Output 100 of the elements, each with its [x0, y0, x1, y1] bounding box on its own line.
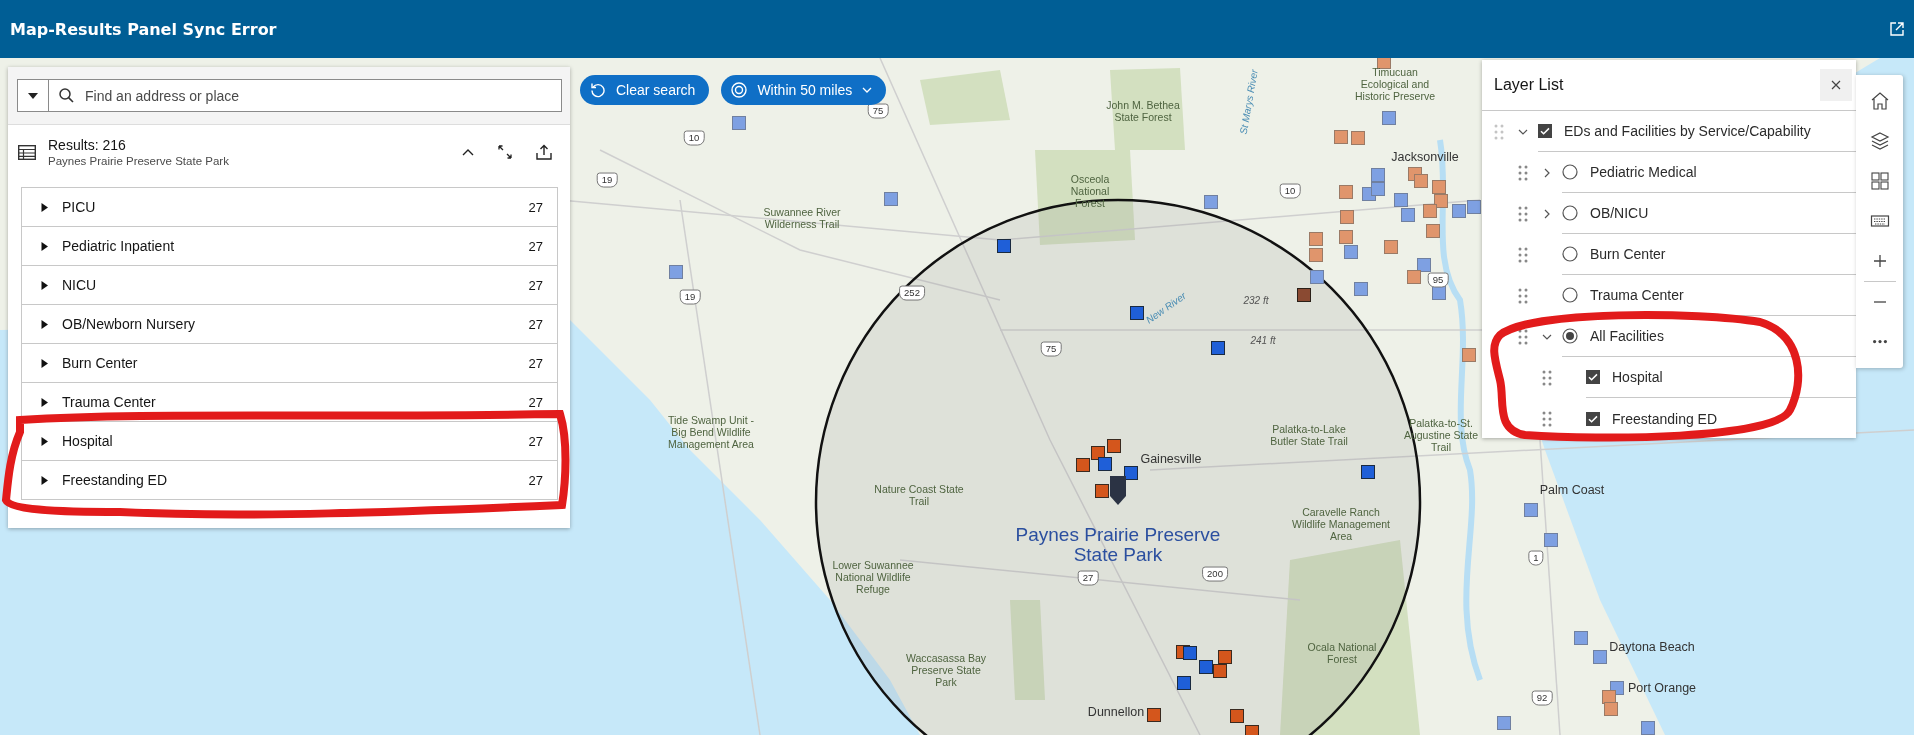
- facility-marker[interactable]: [1401, 208, 1415, 222]
- radio-button[interactable]: [1562, 287, 1578, 303]
- facility-marker[interactable]: [1394, 193, 1408, 207]
- radio-button[interactable]: [1562, 246, 1578, 262]
- facility-marker[interactable]: [1574, 631, 1588, 645]
- facility-marker[interactable]: [1423, 204, 1437, 218]
- drag-handle-icon[interactable]: [1518, 246, 1528, 263]
- facility-marker[interactable]: [1593, 650, 1607, 664]
- drag-handle-icon[interactable]: [1518, 164, 1528, 181]
- result-group-row[interactable]: PICU 27: [22, 188, 557, 227]
- export-icon[interactable]: [1890, 22, 1904, 36]
- result-group-row[interactable]: Freestanding ED 27: [22, 461, 557, 500]
- facility-marker[interactable]: [1382, 111, 1396, 125]
- drag-handle-icon[interactable]: [1518, 328, 1528, 345]
- facility-marker[interactable]: [1098, 457, 1112, 471]
- drag-handle-icon[interactable]: [1494, 123, 1504, 140]
- facility-marker[interactable]: [1309, 248, 1323, 262]
- layer-label[interactable]: Freestanding ED: [1612, 410, 1718, 427]
- facility-marker[interactable]: [1524, 503, 1538, 517]
- close-button[interactable]: [1820, 69, 1852, 101]
- facility-marker[interactable]: [1218, 650, 1232, 664]
- result-group-row[interactable]: Pediatric Inpatient 27: [22, 227, 557, 266]
- facility-marker[interactable]: [1211, 341, 1225, 355]
- facility-marker[interactable]: [1417, 258, 1431, 272]
- facility-marker[interactable]: [1147, 708, 1161, 722]
- facility-marker[interactable]: [1432, 180, 1446, 194]
- facility-marker[interactable]: [1213, 664, 1227, 678]
- facility-marker[interactable]: [997, 239, 1011, 253]
- drag-handle-icon[interactable]: [1542, 410, 1552, 427]
- facility-marker[interactable]: [1354, 282, 1368, 296]
- facility-marker[interactable]: [1544, 533, 1558, 547]
- chevron-down-icon[interactable]: [1518, 128, 1528, 135]
- checkbox[interactable]: [1586, 370, 1600, 384]
- facility-marker[interactable]: [1095, 484, 1109, 498]
- result-group-row[interactable]: Hospital 27: [22, 422, 557, 461]
- facility-marker[interactable]: [1339, 185, 1353, 199]
- facility-marker[interactable]: [1177, 676, 1191, 690]
- source-dropdown-button[interactable]: [17, 79, 48, 112]
- result-group-row[interactable]: NICU 27: [22, 266, 557, 305]
- checkbox[interactable]: [1538, 124, 1552, 138]
- facility-marker[interactable]: [1641, 721, 1655, 735]
- facility-marker[interactable]: [1245, 725, 1259, 735]
- facility-marker[interactable]: [1334, 130, 1348, 144]
- clear-search-button[interactable]: Clear search: [580, 75, 710, 105]
- facility-marker[interactable]: [1414, 174, 1428, 188]
- group-label: Pediatric Inpatient: [62, 238, 176, 254]
- facility-marker[interactable]: [1604, 702, 1618, 716]
- facility-marker[interactable]: [1297, 288, 1311, 302]
- facility-marker[interactable]: [1130, 306, 1144, 320]
- facility-marker[interactable]: [1310, 270, 1324, 284]
- radio-button[interactable]: [1562, 205, 1578, 221]
- facility-marker[interactable]: [1371, 168, 1385, 182]
- facility-marker[interactable]: [1432, 286, 1446, 300]
- result-group-row[interactable]: Trauma Center 27: [22, 383, 557, 422]
- facility-marker[interactable]: [1107, 439, 1121, 453]
- facility-marker[interactable]: [1230, 709, 1244, 723]
- layer-label[interactable]: All Facilities: [1590, 328, 1664, 344]
- facility-marker[interactable]: [732, 116, 746, 130]
- layer-label[interactable]: OB/NICU: [1590, 205, 1649, 221]
- radio-button[interactable]: [1562, 164, 1578, 180]
- layer-label[interactable]: Hospital: [1612, 369, 1663, 385]
- facility-marker[interactable]: [1340, 210, 1354, 224]
- facility-marker[interactable]: [1204, 195, 1218, 209]
- facility-marker[interactable]: [1384, 240, 1398, 254]
- layer-label[interactable]: Burn Center: [1590, 246, 1666, 262]
- drag-handle-icon[interactable]: [1518, 205, 1528, 222]
- facility-marker[interactable]: [1351, 131, 1365, 145]
- facility-marker[interactable]: [1183, 646, 1197, 660]
- facility-marker[interactable]: [1076, 458, 1090, 472]
- facility-marker[interactable]: [1124, 466, 1138, 480]
- facility-marker[interactable]: [884, 192, 898, 206]
- facility-marker[interactable]: [1434, 194, 1448, 208]
- facility-marker[interactable]: [1467, 200, 1481, 214]
- facility-marker[interactable]: [1361, 465, 1375, 479]
- search-field[interactable]: Find an address or place: [48, 79, 562, 112]
- radio-button[interactable]: [1562, 328, 1578, 344]
- layer-label[interactable]: Pediatric Medical: [1590, 164, 1697, 180]
- facility-marker[interactable]: [1339, 230, 1353, 244]
- result-group-row[interactable]: OB/Newborn Nursery 27: [22, 305, 557, 344]
- chevron-right-icon[interactable]: [1544, 167, 1550, 178]
- facility-marker[interactable]: [1091, 446, 1105, 460]
- facility-marker[interactable]: [1452, 204, 1466, 218]
- drag-handle-icon[interactable]: [1518, 287, 1528, 304]
- distance-button[interactable]: Within 50 miles: [721, 75, 887, 105]
- facility-marker[interactable]: [1407, 270, 1421, 284]
- chevron-right-icon[interactable]: [1544, 208, 1550, 219]
- facility-marker[interactable]: [1426, 224, 1440, 238]
- checkbox[interactable]: [1586, 411, 1600, 426]
- facility-marker[interactable]: [1309, 232, 1323, 246]
- facility-marker[interactable]: [1371, 182, 1385, 196]
- facility-marker[interactable]: [1199, 660, 1213, 674]
- layer-label[interactable]: Trauma Center: [1590, 287, 1684, 303]
- drag-handle-icon[interactable]: [1542, 369, 1552, 386]
- facility-marker[interactable]: [669, 265, 683, 279]
- facility-marker[interactable]: [1497, 716, 1511, 730]
- layer-label[interactable]: EDs and Facilities by Service/Capability: [1564, 123, 1811, 139]
- facility-marker[interactable]: [1462, 348, 1476, 362]
- result-group-row[interactable]: Burn Center 27: [22, 344, 557, 383]
- chevron-down-icon[interactable]: [1542, 333, 1552, 340]
- facility-marker[interactable]: [1344, 245, 1358, 259]
